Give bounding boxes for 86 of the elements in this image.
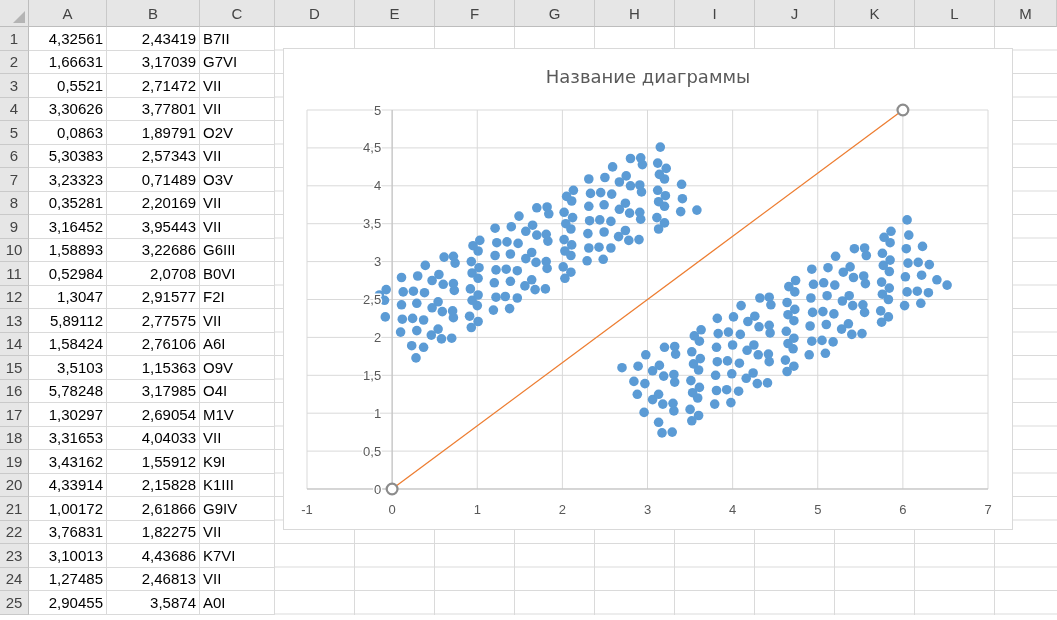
- axis-tick-label: 7: [984, 502, 992, 517]
- table-cell: 3,10013: [29, 544, 107, 568]
- table-cell: 3,43162: [29, 450, 107, 474]
- table-cell: 0,5521: [29, 74, 107, 98]
- table-cell: 3,5874: [107, 591, 200, 615]
- table-cell: 1,30297: [29, 403, 107, 427]
- axis-tick-label: 0: [373, 481, 382, 497]
- axis-tick-label: 5: [373, 102, 382, 118]
- table-cell: 2,61866: [107, 497, 200, 521]
- column-header[interactable]: H: [595, 0, 675, 27]
- axis-tick-label: 2,5: [363, 292, 382, 307]
- column-header[interactable]: K: [835, 0, 915, 27]
- chart-title: Название диаграммы: [545, 65, 751, 89]
- row-number[interactable]: 7: [0, 168, 29, 192]
- axis-tick-label: -1: [301, 502, 313, 517]
- row-number[interactable]: 22: [0, 520, 29, 544]
- row-number[interactable]: 12: [0, 285, 29, 309]
- table-cell: 3,5103: [29, 356, 107, 380]
- axis-tick-label: 6: [899, 502, 907, 517]
- table-cell: 3,16452: [29, 215, 107, 239]
- row-number[interactable]: 13: [0, 309, 29, 333]
- row-number[interactable]: 9: [0, 215, 29, 239]
- row-number[interactable]: 18: [0, 426, 29, 450]
- axis-tick-label: 3,5: [363, 216, 382, 232]
- row-number[interactable]: 17: [0, 403, 29, 427]
- row-number[interactable]: 23: [0, 544, 29, 568]
- row-number[interactable]: 4: [0, 97, 29, 121]
- column-header[interactable]: A: [29, 0, 107, 27]
- table-cell: 1,15363: [107, 356, 200, 380]
- column-header[interactable]: F: [435, 0, 515, 27]
- table-cell: 3,23323: [29, 168, 107, 192]
- row-number[interactable]: 11: [0, 262, 29, 286]
- row-number[interactable]: 2: [0, 50, 29, 74]
- table-cell: 3,95443: [107, 215, 200, 239]
- axis-tick-label: 0,5: [363, 443, 382, 459]
- row-number[interactable]: 14: [0, 332, 29, 356]
- column-header[interactable]: E: [355, 0, 435, 27]
- table-cell: 1,89791: [107, 121, 200, 145]
- table-cell: 2,77575: [107, 309, 200, 333]
- row-number[interactable]: 21: [0, 497, 29, 521]
- table-cell: 5,89112: [29, 309, 107, 333]
- axis-tick-label: 3: [643, 502, 652, 517]
- row-number[interactable]: 1: [0, 27, 29, 51]
- row-number[interactable]: 8: [0, 191, 29, 215]
- axis-tick-label: 2: [558, 502, 566, 517]
- axis-tick-label: 5: [814, 502, 822, 517]
- row-number[interactable]: 3: [0, 74, 29, 98]
- row-number[interactable]: 16: [0, 379, 29, 403]
- column-header[interactable]: D: [275, 0, 355, 27]
- column-header[interactable]: C: [200, 0, 275, 27]
- table-cell: 0,52984: [29, 262, 107, 286]
- row-number[interactable]: 24: [0, 567, 29, 591]
- table-cell: 2,43419: [107, 27, 200, 51]
- table-cell: 4,32561: [29, 27, 107, 51]
- triangle-icon[interactable]: [13, 11, 25, 23]
- column-header[interactable]: L: [915, 0, 995, 27]
- column-header[interactable]: J: [755, 0, 835, 27]
- column-header[interactable]: G: [515, 0, 595, 27]
- column-header[interactable]: B: [107, 0, 200, 27]
- axis-tick-label: 3: [373, 254, 382, 270]
- axis-tick-label: 4: [373, 178, 382, 194]
- axis-tick-label: 1: [473, 502, 481, 517]
- table-cell: 1,55912: [107, 450, 200, 474]
- axis-tick-label: 4: [729, 502, 737, 517]
- column-header[interactable]: M: [995, 0, 1057, 27]
- axis-tick-label: 1,5: [363, 367, 382, 383]
- table-cell: 2,69054: [107, 403, 200, 427]
- row-number[interactable]: 19: [0, 450, 29, 474]
- column-header[interactable]: I: [675, 0, 755, 27]
- axis-tick-label: 0: [388, 502, 396, 517]
- table-cell: 2,90455: [29, 591, 107, 615]
- row-number[interactable]: 10: [0, 238, 29, 262]
- table-cell: 0,0863: [29, 121, 107, 145]
- row-number[interactable]: 25: [0, 591, 29, 615]
- row-number[interactable]: 20: [0, 473, 29, 497]
- axis-tick-label: 1: [373, 405, 382, 421]
- row-number[interactable]: 15: [0, 356, 29, 380]
- table-cell: 0,71489: [107, 168, 200, 192]
- axis-tick-label: 4,5: [363, 140, 382, 156]
- axis-tick-label: 2: [373, 329, 382, 345]
- row-number[interactable]: 6: [0, 144, 29, 168]
- row-number[interactable]: 5: [0, 121, 29, 145]
- table-cell: 2,0708: [107, 262, 200, 286]
- table-cell: 1,00172: [29, 497, 107, 521]
- table-cell: 4,43686: [107, 544, 200, 568]
- table-cell: 2,71472: [107, 74, 200, 98]
